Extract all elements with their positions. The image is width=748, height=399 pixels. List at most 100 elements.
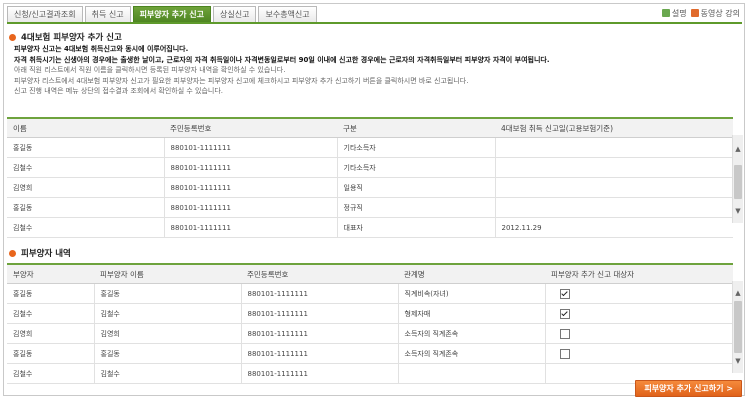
cell-date — [494, 177, 733, 198]
video-icon — [690, 9, 699, 17]
cell-rrn: 880101-1111111 — [240, 343, 398, 364]
cell-relation: 형제자매 — [397, 303, 545, 324]
dependent-scrollbar[interactable]: ▲ ▼ — [732, 281, 743, 373]
cell-target — [544, 303, 733, 324]
section2-title-text: 피부양자 내역 — [21, 249, 71, 259]
table-row[interactable]: 홍길동 880101-1111111 기타소득자 — [7, 137, 733, 158]
target-checkbox[interactable] — [559, 308, 570, 319]
target-checkbox[interactable] — [559, 348, 570, 359]
target-checkbox[interactable] — [559, 328, 570, 339]
employee-scrollbar[interactable]: ▲ ▼ — [732, 135, 743, 223]
cell-rrn: 880101-1111111 — [163, 197, 337, 218]
cell-rrn: 880101-1111111 — [163, 177, 337, 198]
section1-title: 4대보험 피부양자 추가 신고 — [9, 31, 122, 43]
cell-type: 일용직 — [336, 177, 495, 198]
cell-name[interactable]: 홍길동 — [7, 137, 164, 158]
tab-acquisition[interactable]: 취득 신고 — [84, 6, 131, 23]
tab-dependent-add[interactable]: 피부양자 추가 신고 — [132, 6, 212, 23]
cell-supporter: 홍길동 — [7, 283, 94, 304]
target-checkbox[interactable] — [559, 288, 570, 299]
table-row[interactable]: 김철수 880101-1111111 대표자 2012.11.29 — [7, 217, 733, 238]
cell-supporter: 김철수 — [7, 363, 94, 384]
table-row: 홍길동 홍길동 880101-1111111 직계비속(자녀) — [7, 283, 733, 304]
cell-type: 대표자 — [336, 217, 495, 238]
cell-type: 정규직 — [336, 197, 495, 218]
tab-underline — [7, 22, 742, 24]
section2-title: 피부양자 내역 — [9, 247, 71, 259]
scroll-thumb[interactable] — [734, 301, 742, 353]
cell-name[interactable]: 김철수 — [7, 217, 164, 238]
cell-rrn: 880101-1111111 — [163, 137, 337, 158]
bullet-icon — [9, 34, 16, 41]
col-rrn: 주민등록번호 — [164, 118, 337, 138]
cell-type: 기타소득자 — [336, 137, 495, 158]
col-add-target: 피부양자 추가 신고 대상자 — [545, 264, 733, 284]
cell-supporter: 김철수 — [7, 303, 94, 324]
cell-relation — [397, 363, 545, 384]
cell-name[interactable]: 김철수 — [7, 157, 164, 178]
cell-supporter: 홍길동 — [7, 343, 94, 364]
tab-loss[interactable]: 상실신고 — [213, 6, 257, 23]
cell-name[interactable]: 홍길동 — [7, 197, 164, 218]
video-label: 동영상 강의 — [700, 9, 740, 18]
table-row[interactable]: 김영희 880101-1111111 일용직 — [7, 177, 733, 198]
desc-line-3: 아래 직원 리스트에서 직원 이름을 클릭하시면 등록된 피부양자 내역을 확인… — [14, 66, 286, 74]
col-report-date: 4대보험 취득 신고일(고용보험기준) — [495, 118, 733, 138]
cell-target — [544, 283, 733, 304]
scroll-up-icon[interactable]: ▲ — [734, 289, 742, 297]
cell-type: 기타소득자 — [336, 157, 495, 178]
section1-title-text: 4대보험 피부양자 추가 신고 — [21, 33, 122, 43]
cell-name[interactable]: 김영희 — [7, 177, 164, 198]
cell-rrn: 880101-1111111 — [240, 363, 398, 384]
top-links: 설명 동영상 강의 — [661, 8, 740, 19]
cell-dependent-name: 홍길동 — [93, 283, 241, 304]
cell-rrn: 880101-1111111 — [240, 283, 398, 304]
dependent-table: 부양자 피부양자 이름 주민등록번호 관계명 피부양자 추가 신고 대상자 홍길… — [7, 263, 733, 384]
employee-table: 이름 주민등록번호 구분 4대보험 취득 신고일(고용보험기준) 홍길동 880… — [7, 117, 733, 238]
scroll-up-icon[interactable]: ▲ — [734, 145, 742, 153]
col-rrn: 주민등록번호 — [241, 264, 398, 284]
cell-dependent-name: 김영희 — [93, 323, 241, 344]
col-name: 이름 — [7, 118, 164, 138]
scroll-down-icon[interactable]: ▼ — [734, 357, 742, 365]
cell-dependent-name: 홍길동 — [93, 343, 241, 364]
cell-rrn: 880101-1111111 — [163, 157, 337, 178]
cell-date: 2012.11.29 — [494, 217, 733, 238]
table-row: 김철수 김철수 880101-1111111 — [7, 363, 733, 384]
cell-relation: 직계비속(자녀) — [397, 283, 545, 304]
help-icon — [661, 9, 670, 17]
help-link[interactable]: 설명 — [661, 8, 687, 19]
col-relation: 관계명 — [398, 264, 545, 284]
bullet-icon — [9, 250, 16, 257]
scroll-thumb[interactable] — [734, 165, 742, 199]
cell-relation: 소득자의 직계존속 — [397, 323, 545, 344]
tab-result-inquiry[interactable]: 신청/신고결과조회 — [7, 6, 83, 23]
table-row: 김영희 김영희 880101-1111111 소득자의 직계존속 — [7, 323, 733, 344]
desc-line-4: 피부양자 리스트에서 4대보험 피부양자 신고가 필요한 피부양자는 피부양자 … — [14, 76, 469, 85]
cell-rrn: 880101-1111111 — [163, 217, 337, 238]
table-row: 홍길동 홍길동 880101-1111111 소득자의 직계존속 — [7, 343, 733, 364]
col-supporter: 부양자 — [7, 264, 94, 284]
description: 피부양자 신고는 4대보험 취득신고와 동시에 이루어집니다. 자격 취득시기는… — [14, 44, 734, 97]
tab-bar: 신청/신고결과조회 취득 신고 피부양자 추가 신고 상실신고 보수총액신고 — [7, 6, 319, 23]
scroll-down-icon[interactable]: ▼ — [734, 207, 742, 215]
col-type: 구분 — [337, 118, 495, 138]
video-link[interactable]: 동영상 강의 — [690, 8, 740, 19]
col-dependent-name: 피부양자 이름 — [94, 264, 241, 284]
desc-line-5: 신고 진행 내역은 메뉴 상단의 접수결과 조회에서 확인하실 수 있습니다. — [14, 87, 224, 95]
cell-date — [494, 157, 733, 178]
cell-dependent-name: 김철수 — [93, 303, 241, 324]
table-row[interactable]: 김철수 880101-1111111 기타소득자 — [7, 157, 733, 178]
cell-supporter: 김영희 — [7, 323, 94, 344]
cell-target — [544, 343, 733, 364]
cell-dependent-name: 김철수 — [93, 363, 241, 384]
tab-pay-total[interactable]: 보수총액신고 — [258, 6, 317, 23]
cell-date — [494, 197, 733, 218]
desc-line-2: 자격 취득시기는 신생아의 경우에는 출생한 날이고, 근로자의 자격 취득일이… — [14, 55, 550, 64]
table-row[interactable]: 홍길동 880101-1111111 정규직 — [7, 197, 733, 218]
cell-target — [544, 323, 733, 344]
add-dependent-submit-button[interactable]: 피부양자 추가 신고하기 > — [635, 380, 742, 397]
table-row: 김철수 김철수 880101-1111111 형제자매 — [7, 303, 733, 324]
cell-rrn: 880101-1111111 — [240, 323, 398, 344]
cell-date — [494, 137, 733, 158]
